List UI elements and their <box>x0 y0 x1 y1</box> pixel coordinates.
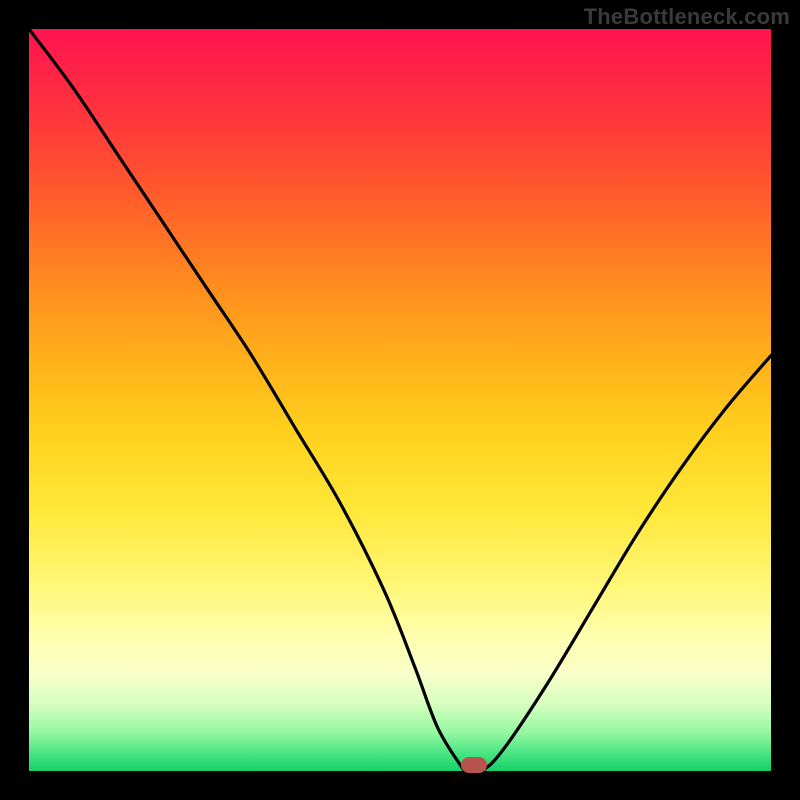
optimal-point-marker <box>461 757 487 773</box>
chart-frame: TheBottleneck.com <box>0 0 800 800</box>
watermark-text: TheBottleneck.com <box>584 4 790 30</box>
plot-area <box>29 29 771 771</box>
bottleneck-curve <box>29 29 771 771</box>
